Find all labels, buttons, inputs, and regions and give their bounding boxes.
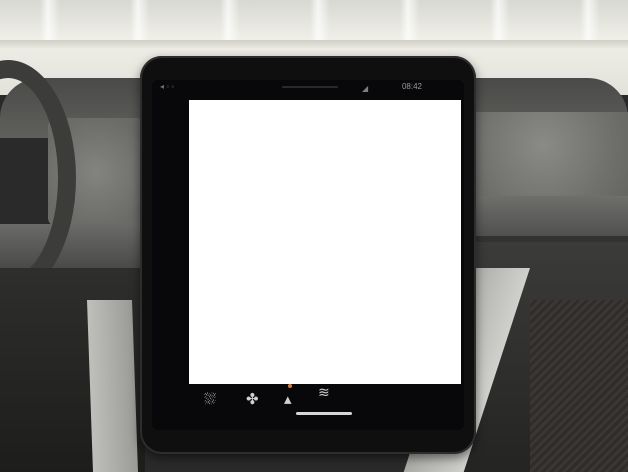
status-time: 08:42 (401, 82, 422, 91)
signal-icon: ◢ (362, 84, 369, 93)
status-icons-left: ◂ ◦ ◦ (160, 82, 175, 91)
home-indicator-bar[interactable] (296, 412, 352, 415)
car-interior-scene: ◂ ◦ ◦ ◢ 08:42 ⛆ ✤ ▴ ≋ (0, 0, 628, 472)
seat-heat-icon[interactable]: ⛆ (204, 392, 220, 410)
ceiling-lights (0, 0, 628, 40)
temperature-icon[interactable]: ▴ (284, 392, 294, 407)
fan-icon[interactable]: ✤ (246, 392, 264, 410)
console-left-rail (86, 300, 139, 472)
dashboard-fabric-panel-right (458, 112, 628, 196)
ceiling-beam (0, 40, 628, 48)
wood-trim-panel (530, 300, 628, 472)
temperature-indicator-dot (288, 384, 292, 388)
redacted-screen-content (189, 100, 461, 384)
defrost-icon[interactable]: ≋ (318, 386, 338, 402)
status-notch-bar (282, 86, 338, 88)
trim-band-right (458, 196, 628, 236)
